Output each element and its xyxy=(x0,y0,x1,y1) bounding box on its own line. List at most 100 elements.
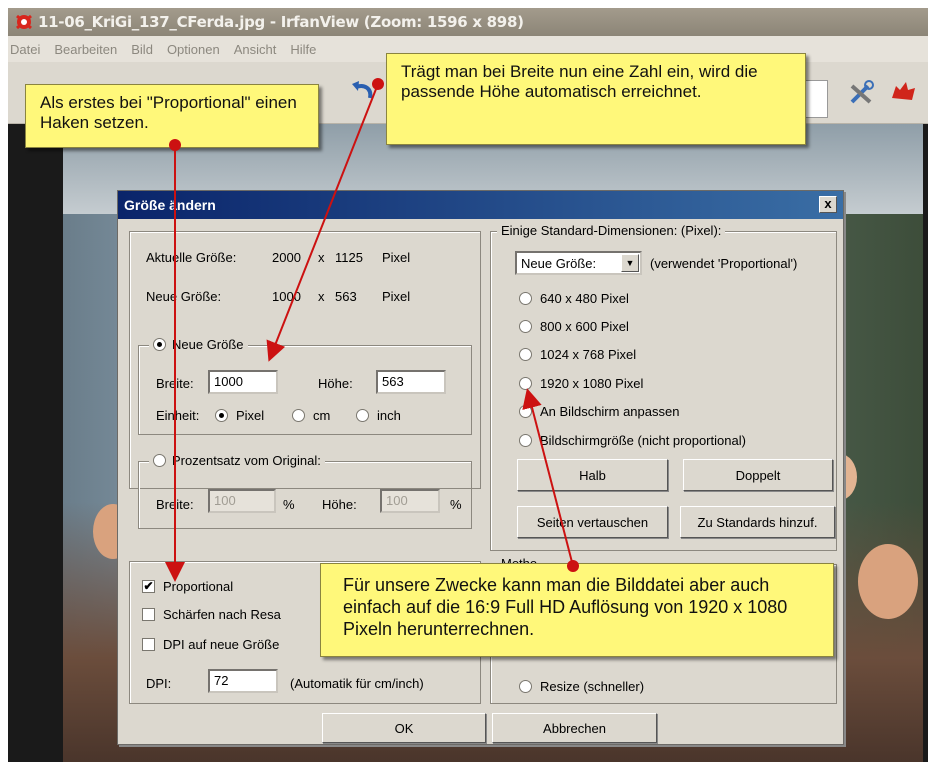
swap-sides-button[interactable]: Seiten vertauschen xyxy=(517,506,668,538)
sharpen-option[interactable]: Schärfen nach Resa xyxy=(142,607,281,622)
current-height-value: 1125 xyxy=(335,250,363,265)
dpi-adapt-checkbox[interactable] xyxy=(142,638,155,651)
height-input[interactable]: 563 xyxy=(376,370,446,394)
proportional-checkbox[interactable]: ✔ xyxy=(142,580,155,593)
height-label: Höhe: xyxy=(318,376,353,391)
undo-icon[interactable] xyxy=(348,76,378,106)
std-800-label: 800 x 600 Pixel xyxy=(540,319,629,334)
unit-cm-option[interactable]: cm xyxy=(292,408,330,423)
new-size-legend: Neue Größe xyxy=(172,337,244,352)
std-option-fit-screen[interactable]: An Bildschirm anpassen xyxy=(519,404,679,419)
unit-cm-label: cm xyxy=(313,408,331,423)
dpi-label: DPI: xyxy=(146,676,172,691)
add-to-standards-button[interactable]: Zu Standards hinzuf. xyxy=(680,506,835,538)
percent-width-label: Breite: xyxy=(156,497,194,512)
percent-sign-height: % xyxy=(450,497,462,512)
new-height-value: 563 xyxy=(335,289,357,304)
std-option-640[interactable]: 640 x 480 Pixel xyxy=(519,291,629,306)
percent-radio[interactable]: Prozentsatz vom Original: xyxy=(149,453,325,468)
std-fit-label: An Bildschirm anpassen xyxy=(540,404,680,419)
new-size-radio-button[interactable] xyxy=(153,338,166,351)
cancel-button[interactable]: Abbrechen xyxy=(492,713,657,743)
resize-fast-radio[interactable] xyxy=(519,680,532,693)
std-1024-label: 1024 x 768 Pixel xyxy=(540,347,637,362)
percent-sign-width: % xyxy=(283,497,295,512)
menu-datei[interactable]: Datei xyxy=(10,42,40,57)
current-unit: Pixel xyxy=(382,250,411,265)
menu-bild[interactable]: Bild xyxy=(131,42,153,57)
proportional-option[interactable]: ✔ Proportional xyxy=(142,579,233,594)
callout-proportional: Als erstes bei "Proportional" einen Hake… xyxy=(25,84,319,148)
std-option-screen-size[interactable]: Bildschirmgröße (nicht proportional) xyxy=(519,433,746,448)
menu-hilfe[interactable]: Hilfe xyxy=(290,42,316,57)
unit-pixel-label: Pixel xyxy=(236,408,265,423)
current-size-label: Aktuelle Größe: xyxy=(146,250,237,265)
width-label: Breite: xyxy=(156,376,194,391)
unit-pixel-radio[interactable] xyxy=(215,409,228,422)
percent-width-input[interactable]: 100 xyxy=(208,489,276,513)
current-width-value: 2000 xyxy=(272,250,301,265)
unit-label: Einheit: xyxy=(156,408,200,423)
std-1920-label: 1920 x 1080 Pixel xyxy=(540,376,644,391)
resize-fast-label: Resize (schneller) xyxy=(540,679,645,694)
std-fit-radio[interactable] xyxy=(519,405,532,418)
std-screen-label: Bildschirmgröße (nicht proportional) xyxy=(540,433,746,448)
std-option-1024[interactable]: 1024 x 768 Pixel xyxy=(519,347,636,362)
std-640-label: 640 x 480 Pixel xyxy=(540,291,629,306)
callout-fullhd: Für unsere Zwecke kann man die Bilddatei… xyxy=(320,563,834,657)
unit-inch-radio[interactable] xyxy=(356,409,369,422)
doppelt-button[interactable]: Doppelt xyxy=(683,459,833,491)
standard-legend-text: Einige Standard-Dimensionen: (Pixel): xyxy=(501,223,722,238)
menu-bearbeiten[interactable]: Bearbeiten xyxy=(54,42,117,57)
std-800-radio[interactable] xyxy=(519,320,532,333)
window-title: 11-06_KriGi_137_CFerda.jpg - IrfanView (… xyxy=(38,13,524,31)
new-size-radio[interactable]: Neue Größe xyxy=(149,337,248,352)
sharpen-checkbox[interactable] xyxy=(142,608,155,621)
title-bar[interactable]: 11-06_KriGi_137_CFerda.jpg - IrfanView (… xyxy=(8,8,928,36)
unit-inch-option[interactable]: inch xyxy=(356,408,401,423)
std-screen-radio[interactable] xyxy=(519,434,532,447)
menu-optionen[interactable]: Optionen xyxy=(167,42,220,57)
standard-select-hint: (verwendet 'Proportional') xyxy=(650,256,798,271)
dialog-title: Größe ändern xyxy=(124,197,216,213)
unit-cm-radio[interactable] xyxy=(292,409,305,422)
new-width-value: 1000 xyxy=(272,289,301,304)
dialog-title-bar[interactable]: Größe ändern xyxy=(118,191,843,219)
std-1024-radio[interactable] xyxy=(519,348,532,361)
callout-width: Trägt man bei Breite nun eine Zahl ein, … xyxy=(386,53,806,145)
unit-inch-label: inch xyxy=(377,408,401,423)
dpi-adapt-label: DPI auf neue Größe xyxy=(163,637,280,652)
standard-dimensions-group: Einige Standard-Dimensionen: (Pixel): xyxy=(490,223,837,551)
irfanview-cat-icon[interactable] xyxy=(888,76,918,106)
percent-height-label: Höhe: xyxy=(322,497,357,512)
tools-icon[interactable] xyxy=(846,78,876,108)
dpi-adapt-option[interactable]: DPI auf neue Größe xyxy=(142,637,279,652)
close-icon[interactable]: x xyxy=(819,196,837,213)
standard-size-select[interactable]: Neue Größe: ▼ xyxy=(515,251,642,275)
dpi-hint: (Automatik für cm/inch) xyxy=(290,676,424,691)
standard-size-select-value: Neue Größe: xyxy=(521,255,597,271)
width-input[interactable]: 1000 xyxy=(208,370,278,394)
standard-legend: Einige Standard-Dimensionen: (Pixel): xyxy=(497,223,726,238)
irfanview-window: 11-06_KriGi_137_CFerda.jpg - IrfanView (… xyxy=(0,0,930,762)
percent-radio-button[interactable] xyxy=(153,454,166,467)
new-size-label: Neue Größe: xyxy=(146,289,222,304)
percent-height-input[interactable]: 100 xyxy=(380,489,440,513)
ok-button[interactable]: OK xyxy=(322,713,486,743)
halb-button[interactable]: Halb xyxy=(517,459,668,491)
std-option-800[interactable]: 800 x 600 Pixel xyxy=(519,319,629,334)
std-1920-radio[interactable] xyxy=(519,377,532,390)
menu-ansicht[interactable]: Ansicht xyxy=(234,42,277,57)
std-640-radio[interactable] xyxy=(519,292,532,305)
std-option-1920[interactable]: 1920 x 1080 Pixel xyxy=(519,376,643,391)
new-unit: Pixel xyxy=(382,289,411,304)
unit-pixel-option[interactable]: Pixel xyxy=(215,408,264,423)
sharpen-label: Schärfen nach Resa xyxy=(163,607,281,622)
percent-legend: Prozentsatz vom Original: xyxy=(172,453,321,468)
chevron-down-icon[interactable]: ▼ xyxy=(621,254,639,272)
dpi-input[interactable]: 72 xyxy=(208,669,278,693)
irfanview-app-icon xyxy=(16,14,32,30)
resize-fast-option[interactable]: Resize (schneller) xyxy=(519,679,644,694)
resize-dialog: Größe ändern x Aktuelle Größe: 2000 x 11… xyxy=(117,190,844,745)
current-x: x xyxy=(318,250,325,265)
